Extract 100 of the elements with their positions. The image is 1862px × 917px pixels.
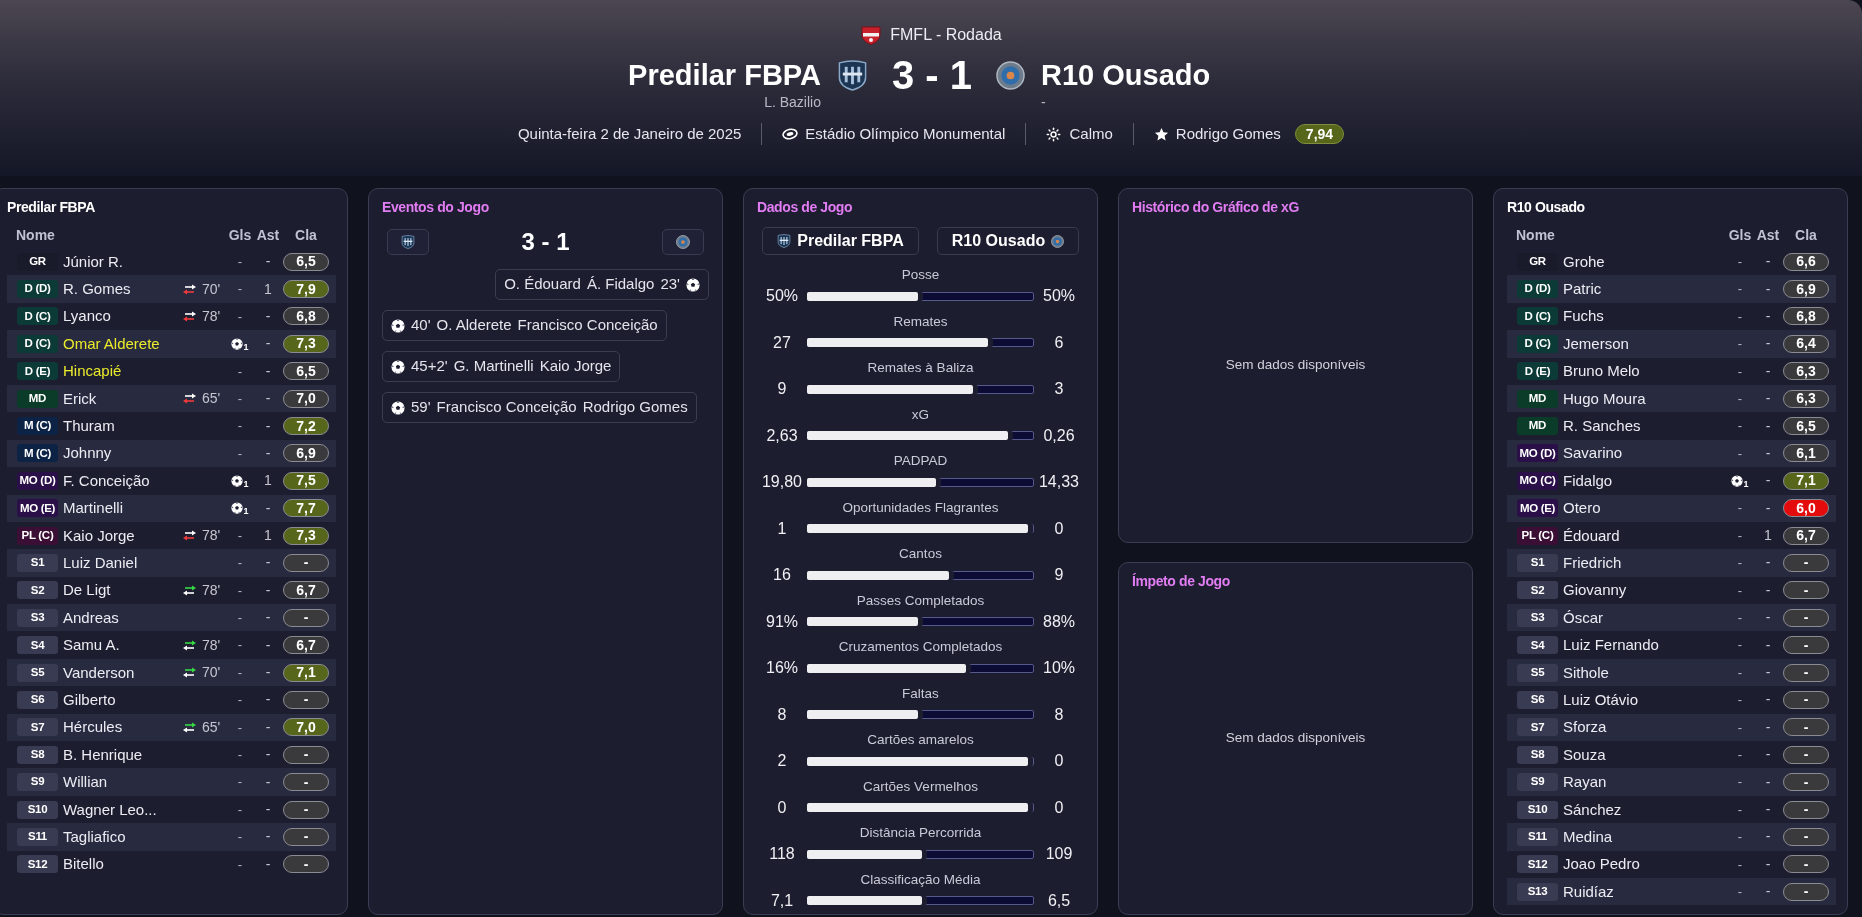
player-name: Andreas bbox=[63, 608, 119, 626]
swap-arrows-icon bbox=[182, 310, 197, 322]
player-name: Ruidíaz bbox=[1563, 882, 1614, 900]
sun-icon bbox=[1046, 126, 1062, 142]
panel-title: Dados de Jogo bbox=[757, 198, 853, 217]
match-date: Quinta-feira 2 de Janeiro de 2025 bbox=[517, 123, 742, 144]
stat-label: Oportunidades Flagrantes bbox=[842, 498, 999, 517]
assists-value: - bbox=[265, 800, 271, 819]
round-crest-icon bbox=[996, 60, 1025, 90]
substitution-minute: 78' bbox=[202, 635, 221, 655]
position-tag: MO (E) bbox=[17, 499, 58, 518]
goals-value: - bbox=[237, 526, 243, 545]
position-tag: GR bbox=[1517, 252, 1558, 271]
player-name: Johnny bbox=[63, 444, 112, 462]
event-score: 3 - 1 bbox=[521, 228, 570, 256]
position-tag: PL (C) bbox=[1517, 526, 1558, 545]
player-name: Rayan bbox=[1563, 773, 1607, 791]
assists-value: - bbox=[1765, 443, 1771, 463]
rating-badge: 6,3 bbox=[1783, 389, 1829, 408]
player-name: Sithole bbox=[1563, 663, 1609, 681]
assists-value: 1 bbox=[264, 471, 272, 491]
assists-value: - bbox=[265, 854, 271, 874]
goal-count: 1 bbox=[1743, 479, 1749, 489]
assists-value: - bbox=[1765, 553, 1771, 573]
position-tag: MO (D) bbox=[1517, 444, 1558, 463]
swap-arrows-icon bbox=[182, 667, 197, 679]
assists-value: - bbox=[265, 443, 271, 463]
away-stat-value: 0 bbox=[1054, 797, 1064, 818]
rating-badge: - bbox=[1783, 718, 1829, 737]
stadium-icon bbox=[782, 128, 799, 140]
rating-badge: 6,9 bbox=[1783, 280, 1829, 299]
assists-value: - bbox=[265, 252, 271, 272]
goal-count: 1 bbox=[243, 479, 249, 489]
player-name: Wagner Leo... bbox=[63, 800, 157, 818]
event-minute: 59' bbox=[411, 397, 431, 418]
goals-value: - bbox=[1737, 745, 1743, 764]
player-name: Sforza bbox=[1563, 718, 1607, 736]
assists-value: - bbox=[265, 717, 271, 737]
player-name: Hugo Moura bbox=[1563, 389, 1646, 407]
goal-count: 1 bbox=[243, 507, 249, 517]
position-tag: S4 bbox=[17, 636, 58, 655]
rating-badge: 6,4 bbox=[1783, 334, 1829, 353]
away-stat-value: 0,26 bbox=[1043, 425, 1075, 446]
player-name: F. Conceição bbox=[63, 471, 150, 489]
assists-value: - bbox=[1765, 252, 1771, 272]
rating-badge: 6,9 bbox=[283, 444, 329, 463]
away-stat-value: 50% bbox=[1043, 286, 1075, 306]
rating-badge: - bbox=[283, 745, 329, 764]
rating-badge: 6,1 bbox=[1783, 444, 1829, 463]
event-assist: Kaio Jorge bbox=[539, 356, 612, 377]
rating-badge: 6,8 bbox=[1783, 307, 1829, 326]
panel-title: Eventos do Jogo bbox=[382, 198, 489, 217]
away-manager: - bbox=[1041, 93, 1046, 111]
swap-arrows-icon bbox=[182, 721, 197, 733]
goals-value: - bbox=[1737, 581, 1743, 600]
player-name: Thuram bbox=[63, 417, 115, 435]
rating-badge: - bbox=[283, 554, 329, 572]
rating-badge: - bbox=[283, 773, 329, 792]
player-name: Édouard bbox=[1563, 526, 1620, 544]
assists-value: 1 bbox=[264, 526, 272, 546]
position-tag: D (C) bbox=[1517, 307, 1558, 326]
goals-value: - bbox=[1737, 882, 1743, 901]
rating-badge: - bbox=[1783, 855, 1829, 874]
assists-value: - bbox=[1765, 690, 1771, 710]
goals-value: - bbox=[237, 855, 243, 874]
panel-title: R10 Ousado bbox=[1507, 198, 1585, 217]
rating-badge: - bbox=[283, 690, 329, 709]
rating-badge: 7,3 bbox=[283, 334, 329, 353]
column-header: Cla bbox=[1795, 225, 1817, 245]
stat-label: Cartões amarelos bbox=[867, 731, 974, 749]
rating-badge: - bbox=[283, 608, 329, 627]
goals-value: - bbox=[1737, 307, 1743, 326]
home-stat-value: 16 bbox=[773, 565, 791, 585]
competition-title: FMFL - Rodada bbox=[890, 25, 1002, 45]
goals-value: - bbox=[237, 718, 243, 737]
panel-title: Histórico do Gráfico de xG bbox=[1132, 198, 1299, 217]
position-tag: S1 bbox=[17, 554, 58, 572]
assists-value: - bbox=[1765, 827, 1771, 847]
goals-value: - bbox=[1737, 280, 1743, 299]
position-tag: D (C) bbox=[17, 334, 58, 353]
assists-value: - bbox=[1765, 471, 1771, 491]
assists-value: - bbox=[265, 580, 271, 600]
goals-value: - bbox=[237, 773, 243, 792]
position-tag: S3 bbox=[17, 608, 58, 627]
player-name: Jemerson bbox=[1563, 334, 1629, 352]
away-stat-value: 3 bbox=[1054, 379, 1064, 399]
position-tag: MD bbox=[1517, 389, 1558, 408]
position-tag: MD bbox=[1517, 417, 1558, 436]
player-name: Willian bbox=[63, 773, 108, 791]
rating-badge: - bbox=[1783, 827, 1829, 846]
goals-value: - bbox=[237, 417, 243, 436]
position-tag: S12 bbox=[17, 855, 58, 874]
player-name: Omar Alderete bbox=[63, 334, 160, 352]
event-minute: 45+2' bbox=[411, 356, 448, 377]
position-tag: S3 bbox=[1517, 608, 1558, 627]
rating-badge: - bbox=[283, 800, 329, 819]
player-name: Gilberto bbox=[63, 690, 116, 708]
player-name: Samu A. bbox=[63, 636, 120, 654]
goals-value: - bbox=[237, 252, 243, 271]
rating-badge: - bbox=[1783, 773, 1829, 792]
